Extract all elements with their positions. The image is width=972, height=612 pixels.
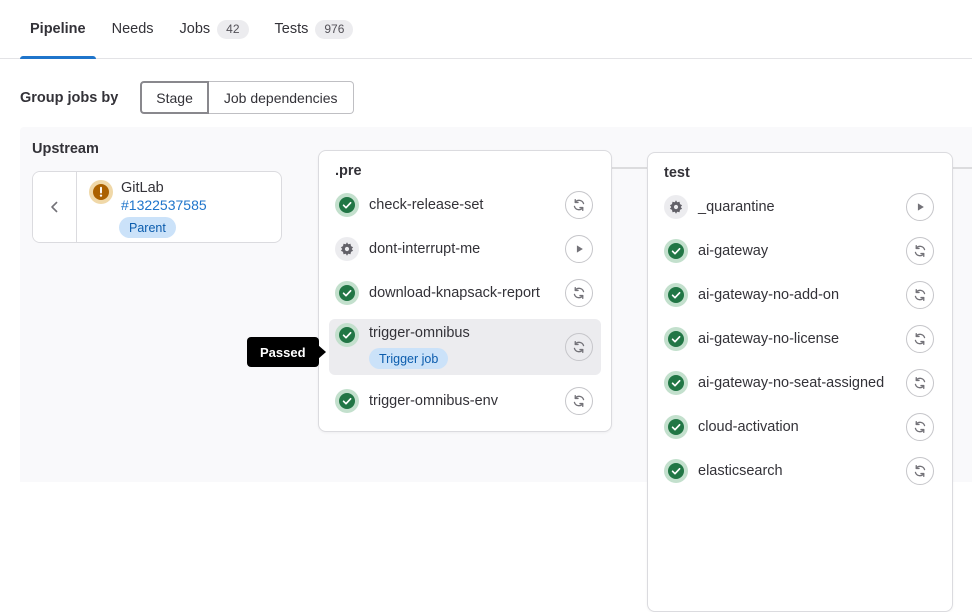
retry-job-button[interactable] [906, 325, 934, 353]
job-name-link[interactable]: elasticsearch [698, 461, 906, 481]
tab-tests-label: Tests [275, 21, 309, 37]
stage-title: test [648, 153, 952, 189]
tab-pipeline[interactable]: Pipeline [20, 0, 96, 58]
pipeline-status-warning-icon [89, 180, 113, 204]
job-row[interactable]: ai-gateway-no-seat-assigned [658, 365, 942, 401]
job-status-success-icon [664, 459, 688, 483]
play-icon [913, 200, 927, 214]
tab-pipeline-label: Pipeline [30, 21, 86, 37]
job-row[interactable]: ai-gateway-no-license [658, 321, 942, 357]
retry-icon [572, 198, 586, 212]
retry-job-button[interactable] [906, 457, 934, 485]
job-row[interactable]: download-knapsack-report [329, 275, 601, 311]
retry-job-button[interactable] [565, 333, 593, 361]
tab-tests[interactable]: Tests 976 [265, 0, 364, 58]
job-row-trigger-omnibus[interactable]: trigger-omnibus Trigger job [329, 319, 601, 375]
parent-badge: Parent [119, 217, 176, 238]
job-status-success-icon [664, 415, 688, 439]
retry-icon [913, 464, 927, 478]
group-by-stage-button[interactable]: Stage [140, 81, 209, 114]
job-name-link[interactable]: trigger-omnibus [369, 323, 470, 343]
job-name-link[interactable]: ai-gateway-no-seat-assigned [698, 373, 906, 393]
passed-status-tooltip: Passed [247, 337, 319, 367]
stage-card-pre: .pre check-release-set dont-interrupt-me [318, 150, 612, 432]
upstream-project-name: GitLab [121, 180, 207, 197]
retry-job-button[interactable] [565, 191, 593, 219]
job-row[interactable]: ai-gateway-no-add-on [658, 277, 942, 313]
trigger-job-badge: Trigger job [369, 348, 448, 369]
job-name-link[interactable]: ai-gateway [698, 241, 906, 261]
stage-job-list: _quarantine ai-gateway [648, 189, 952, 501]
retry-icon [572, 286, 586, 300]
retry-icon [572, 394, 586, 408]
job-row[interactable]: cloud-activation [658, 409, 942, 445]
tests-count-badge: 976 [315, 20, 353, 39]
pipeline-graph-panel: Upstream GitLab #1322537585 Parent [20, 127, 972, 482]
group-jobs-by-section: Group jobs by Stage Job dependencies [0, 59, 972, 114]
collapse-upstream-button[interactable] [33, 172, 77, 242]
upstream-pipeline-body: GitLab #1322537585 Parent [77, 172, 281, 242]
job-name-link[interactable]: download-knapsack-report [369, 283, 565, 303]
group-by-job-dependencies-button[interactable]: Job dependencies [209, 81, 354, 114]
job-status-success-icon [335, 323, 359, 347]
retry-icon [913, 332, 927, 346]
stage-job-list: check-release-set dont-interrupt-me [319, 187, 611, 431]
retry-job-button[interactable] [906, 237, 934, 265]
job-row[interactable]: check-release-set [329, 187, 601, 223]
tab-needs-label: Needs [112, 21, 154, 37]
job-row[interactable]: ai-gateway [658, 233, 942, 269]
pipeline-tabs: Pipeline Needs Jobs 42 Tests 976 [0, 0, 972, 59]
jobs-count-badge: 42 [217, 20, 248, 39]
retry-icon [913, 420, 927, 434]
retry-job-button[interactable] [906, 413, 934, 441]
tab-jobs[interactable]: Jobs 42 [170, 0, 259, 58]
job-status-success-icon [664, 371, 688, 395]
retry-icon [913, 288, 927, 302]
job-row[interactable]: elasticsearch [658, 453, 942, 489]
job-status-success-icon [664, 283, 688, 307]
group-jobs-by-label: Group jobs by [20, 90, 118, 106]
retry-icon [572, 340, 586, 354]
stage-connector-line [612, 167, 647, 169]
job-status-manual-icon [335, 237, 359, 261]
job-name-link[interactable]: dont-interrupt-me [369, 239, 565, 259]
upstream-section-title: Upstream [32, 141, 99, 157]
retry-job-button[interactable] [906, 281, 934, 309]
retry-job-button[interactable] [565, 279, 593, 307]
stage-title: .pre [319, 151, 611, 187]
retry-job-button[interactable] [565, 387, 593, 415]
job-row[interactable]: _quarantine [658, 189, 942, 225]
job-row[interactable]: dont-interrupt-me [329, 231, 601, 267]
upstream-pipeline-card: GitLab #1322537585 Parent [32, 171, 282, 243]
play-job-button[interactable] [906, 193, 934, 221]
tab-needs[interactable]: Needs [102, 0, 164, 58]
chevron-left-icon [47, 199, 63, 215]
job-status-manual-icon [664, 195, 688, 219]
job-name-link[interactable]: cloud-activation [698, 417, 906, 437]
retry-icon [913, 244, 927, 258]
play-job-button[interactable] [565, 235, 593, 263]
job-name-link[interactable]: _quarantine [698, 197, 906, 217]
tab-jobs-label: Jobs [180, 21, 211, 37]
job-status-success-icon [335, 389, 359, 413]
stage-card-test: test _quarantine ai-gateway [647, 152, 953, 612]
job-name-link[interactable]: trigger-omnibus-env [369, 391, 565, 411]
retry-icon [913, 376, 927, 390]
job-status-success-icon [664, 327, 688, 351]
upstream-pipeline-link[interactable]: #1322537585 [121, 197, 207, 214]
job-name-link[interactable]: ai-gateway-no-add-on [698, 285, 906, 305]
retry-job-button[interactable] [906, 369, 934, 397]
job-main: trigger-omnibus Trigger job [369, 323, 565, 369]
job-status-success-icon [335, 193, 359, 217]
job-name-link[interactable]: check-release-set [369, 195, 565, 215]
job-status-success-icon [335, 281, 359, 305]
job-status-success-icon [664, 239, 688, 263]
group-by-segmented-control: Stage Job dependencies [140, 81, 353, 114]
job-row[interactable]: trigger-omnibus-env [329, 383, 601, 419]
stage-connector-line [953, 167, 972, 169]
play-icon [572, 242, 586, 256]
job-name-link[interactable]: ai-gateway-no-license [698, 329, 906, 349]
